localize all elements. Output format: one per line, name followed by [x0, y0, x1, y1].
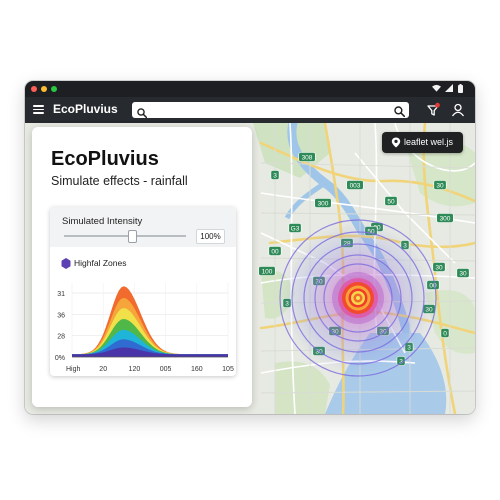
- route-badge: 00: [268, 246, 282, 256]
- route-badge: 300: [436, 213, 454, 223]
- battery-icon: [458, 84, 463, 95]
- route-badge: 003: [346, 180, 364, 190]
- x-tick-label: 20: [99, 366, 107, 373]
- zones-chart: 31 36 28 0%High 20 120 005 160 105: [55, 283, 234, 373]
- route-badge-label: 308: [302, 155, 313, 162]
- zones-label: Highfal Zones: [74, 258, 127, 268]
- rainfall-heatmap[interactable]: [279, 219, 437, 377]
- signal-icon: [445, 84, 453, 94]
- route-badge-label: G3: [291, 226, 300, 233]
- route-badge: 300: [314, 198, 332, 208]
- search-submit-icon[interactable]: [394, 104, 406, 122]
- x-tick-label: High: [66, 366, 81, 373]
- map-view[interactable]: 30830033030050300G3002835000100303000303…: [25, 118, 475, 414]
- x-tick-label: 005: [160, 366, 172, 373]
- y-tick-label: 36: [57, 312, 65, 319]
- close-window-button[interactable]: [31, 86, 37, 92]
- attribution-label: leaflet wel.js: [404, 137, 454, 147]
- route-badge: 308: [298, 152, 316, 162]
- map-pin-icon: [391, 137, 401, 150]
- route-badge-label: 30: [459, 271, 467, 278]
- intensity-card: Simulated Intensity 100% Highfal Zones 3…: [50, 207, 236, 376]
- route-badge: 30: [456, 268, 470, 278]
- intensity-header: Simulated Intensity 100%: [50, 207, 236, 247]
- simulation-panel: EcoPluvius Simulate effects - rainfall S…: [32, 127, 252, 407]
- notifications-icon[interactable]: [425, 102, 441, 118]
- route-badge-label: 30: [435, 265, 443, 272]
- route-badge-label: 30: [436, 183, 444, 190]
- search-input[interactable]: [150, 103, 382, 116]
- route-badge-label: 300: [440, 216, 451, 223]
- search-bar[interactable]: [132, 102, 409, 119]
- y-tick-label: 0%: [55, 355, 65, 362]
- route-badge-label: 003: [350, 183, 361, 190]
- route-badge: G3: [288, 223, 302, 233]
- route-badge: 30: [432, 262, 446, 272]
- app-title: EcoPluvius: [53, 102, 118, 116]
- route-badge-label: 300: [318, 201, 329, 208]
- intensity-slider-track[interactable]: [64, 235, 186, 237]
- route-badge: 100: [258, 266, 276, 276]
- intensity-label: Simulated Intensity: [62, 216, 143, 227]
- route-badge-label: 100: [262, 269, 273, 276]
- route-badge: 50: [384, 196, 398, 206]
- intensity-slider-thumb[interactable]: [128, 230, 138, 243]
- window-titlebar: [25, 81, 475, 97]
- search-icon: [137, 105, 148, 123]
- app-window: EcoPluvius 308 3 003 30 300 50 300 G3 00…: [25, 81, 475, 414]
- y-tick-label: 31: [57, 291, 65, 298]
- panel-title: EcoPluvius: [51, 148, 159, 170]
- map-attribution-chip[interactable]: leaflet wel.js: [382, 132, 463, 153]
- route-badge: 0: [440, 328, 450, 338]
- minimize-window-button[interactable]: [41, 86, 47, 92]
- x-tick-label: 120: [129, 366, 141, 373]
- x-tick-label: 160: [191, 366, 203, 373]
- route-badge-label: 3: [273, 173, 277, 180]
- route-badge: 3: [270, 170, 280, 180]
- panel-subtitle: Simulate effects - rainfall: [51, 174, 188, 188]
- route-badge-label: 00: [271, 249, 279, 256]
- route-badge-label: 0: [443, 331, 447, 338]
- intensity-value[interactable]: 100%: [196, 229, 225, 244]
- route-badge: 30: [433, 180, 447, 190]
- rainfall-center: [356, 296, 360, 300]
- maximize-window-button[interactable]: [51, 86, 57, 92]
- wifi-icon: [432, 84, 441, 94]
- route-badge-label: 50: [387, 199, 395, 206]
- y-tick-label: 28: [57, 334, 65, 341]
- user-icon[interactable]: [450, 102, 466, 118]
- menu-icon[interactable]: [33, 105, 44, 114]
- x-tick-label: 105: [222, 366, 234, 373]
- app-toolbar: EcoPluvius: [25, 97, 475, 123]
